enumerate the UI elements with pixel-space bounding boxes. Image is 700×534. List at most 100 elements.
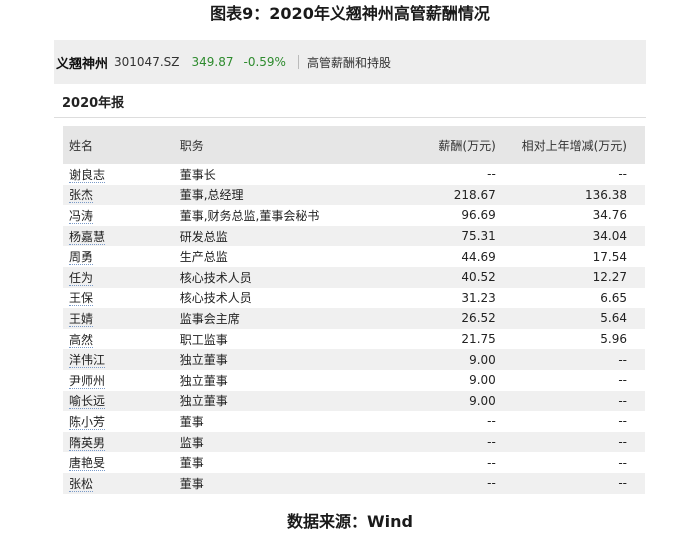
executive-name-link[interactable]: 高然 xyxy=(69,332,94,348)
cell-name: 高然 xyxy=(63,328,180,350)
table-row: 谢良志 董事长 -- -- xyxy=(63,164,645,185)
cell-salary: 218.67 xyxy=(370,184,496,206)
cell-change: -- xyxy=(495,411,645,432)
figure-title: 图表9：2020年义翘神州高管薪酬情况 xyxy=(210,4,490,23)
cell-role: 生产总监 xyxy=(179,246,371,267)
table-row: 高然 职工监事 21.75 5.96 xyxy=(63,328,645,350)
executive-name-link[interactable]: 隋英男 xyxy=(69,435,106,451)
executive-name-link[interactable]: 杨嘉慧 xyxy=(69,229,106,245)
stock-code: 301047.SZ xyxy=(114,55,180,69)
executive-name-link[interactable]: 张杰 xyxy=(69,188,94,204)
table-row: 尹师州 独立董事 9.00 -- xyxy=(63,369,645,391)
column-header-name[interactable]: 姓名 xyxy=(63,126,180,164)
executive-name-link[interactable]: 周勇 xyxy=(69,250,94,266)
cell-change: -- xyxy=(495,431,645,453)
table-header-row: 姓名 职务 薪酬(万元) 相对上年增减(万元) xyxy=(63,126,645,164)
cell-role: 独立董事 xyxy=(179,369,371,391)
stock-change: -0.59% xyxy=(243,55,286,69)
executive-name-link[interactable]: 王保 xyxy=(69,291,94,307)
cell-change: 6.65 xyxy=(495,287,645,309)
cell-name: 王婧 xyxy=(63,308,180,329)
table-row: 王婧 监事会主席 26.52 5.64 xyxy=(63,308,645,329)
cell-role: 职工监事 xyxy=(179,328,371,350)
cell-change: -- xyxy=(495,452,645,473)
cell-change: 17.54 xyxy=(495,246,645,267)
cell-role: 董事长 xyxy=(179,164,371,185)
divider xyxy=(54,117,646,118)
executive-name-link[interactable]: 谢良志 xyxy=(69,167,106,183)
table-body: 谢良志 董事长 -- -- 张杰 董事,总经理 218.67 136.38 冯涛 董事,财务总监,… xyxy=(63,164,645,494)
cell-change: 34.76 xyxy=(495,205,645,226)
cell-role: 研发总监 xyxy=(179,225,371,247)
cell-name: 隋英男 xyxy=(63,431,180,453)
cell-salary: 44.69 xyxy=(370,246,496,267)
cell-role: 监事 xyxy=(179,431,371,453)
executive-name-link[interactable]: 王婧 xyxy=(69,311,94,327)
cell-role: 独立董事 xyxy=(179,390,371,412)
cell-name: 谢良志 xyxy=(63,164,180,185)
cell-change: -- xyxy=(495,390,645,412)
table-row: 喻长远 独立董事 9.00 -- xyxy=(63,390,645,412)
table-row: 冯涛 董事,财务总监,董事会秘书 96.69 34.76 xyxy=(63,205,645,226)
table-row: 洋伟江 独立董事 9.00 -- xyxy=(63,349,645,370)
cell-salary: 31.23 xyxy=(370,287,496,309)
cell-name: 陈小芳 xyxy=(63,411,180,432)
stock-name[interactable]: 义翘神州 xyxy=(56,53,108,72)
executive-pay-table: 姓名 职务 薪酬(万元) 相对上年增减(万元) 谢良志 董事长 -- -- 张杰 董事,总… xyxy=(63,126,645,494)
report-year-heading: 2020年报 xyxy=(62,96,125,111)
executive-name-link[interactable]: 冯涛 xyxy=(69,208,94,224)
table-row: 张杰 董事,总经理 218.67 136.38 xyxy=(63,184,645,206)
cell-salary: 40.52 xyxy=(370,266,496,288)
cell-change: 12.27 xyxy=(495,266,645,288)
cell-role: 核心技术人员 xyxy=(179,287,371,309)
column-header-salary[interactable]: 薪酬(万元) xyxy=(370,126,496,164)
cell-salary: 96.69 xyxy=(370,205,496,226)
executive-name-link[interactable]: 喻长远 xyxy=(69,394,106,410)
cell-salary: -- xyxy=(370,452,496,473)
column-header-change[interactable]: 相对上年增减(万元) xyxy=(495,126,645,164)
executive-name-link[interactable]: 唐艳旻 xyxy=(69,456,106,472)
cell-salary: -- xyxy=(370,411,496,432)
table-row: 张松 董事 -- -- xyxy=(63,472,645,494)
table-row: 陈小芳 董事 -- -- xyxy=(63,411,645,432)
executive-name-link[interactable]: 陈小芳 xyxy=(69,414,106,430)
table-row: 王保 核心技术人员 31.23 6.65 xyxy=(63,287,645,309)
table-row: 任为 核心技术人员 40.52 12.27 xyxy=(63,266,645,288)
cell-name: 洋伟江 xyxy=(63,349,180,370)
executive-name-link[interactable]: 洋伟江 xyxy=(69,353,106,369)
cell-change: 5.96 xyxy=(495,328,645,350)
cell-role: 核心技术人员 xyxy=(179,266,371,288)
cell-salary: 9.00 xyxy=(370,369,496,391)
cell-change: -- xyxy=(495,369,645,391)
cell-change: -- xyxy=(495,472,645,494)
cell-role: 监事会主席 xyxy=(179,308,371,329)
cell-salary: 75.31 xyxy=(370,225,496,247)
executive-name-link[interactable]: 任为 xyxy=(69,270,94,286)
table-row: 隋英男 监事 -- -- xyxy=(63,431,645,453)
cell-role: 董事 xyxy=(179,411,371,432)
cell-salary: -- xyxy=(370,164,496,185)
cell-salary: 9.00 xyxy=(370,349,496,370)
stock-header-bar: 义翘神州 301047.SZ 349.87 -0.59% 高管薪酬和持股 xyxy=(54,40,646,84)
cell-salary: -- xyxy=(370,431,496,453)
executive-name-link[interactable]: 尹师州 xyxy=(69,373,106,389)
table-row: 唐艳旻 董事 -- -- xyxy=(63,452,645,473)
executive-pay-link[interactable]: 高管薪酬和持股 xyxy=(307,54,391,71)
cell-role: 董事,总经理 xyxy=(179,184,371,206)
column-header-role[interactable]: 职务 xyxy=(179,126,371,164)
cell-role: 董事 xyxy=(179,472,371,494)
cell-change: -- xyxy=(495,164,645,185)
cell-name: 尹师州 xyxy=(63,369,180,391)
cell-salary: 26.52 xyxy=(370,308,496,329)
stock-price: 349.87 xyxy=(191,55,234,69)
cell-change: -- xyxy=(495,349,645,370)
cell-name: 任为 xyxy=(63,266,180,288)
executive-name-link[interactable]: 张松 xyxy=(69,476,94,492)
cell-name: 冯涛 xyxy=(63,205,180,226)
cell-name: 杨嘉慧 xyxy=(63,225,180,247)
table-row: 周勇 生产总监 44.69 17.54 xyxy=(63,246,645,267)
cell-role: 独立董事 xyxy=(179,349,371,370)
cell-salary: -- xyxy=(370,472,496,494)
cell-name: 周勇 xyxy=(63,246,180,267)
data-source-note: 数据来源：Wind xyxy=(287,512,413,531)
